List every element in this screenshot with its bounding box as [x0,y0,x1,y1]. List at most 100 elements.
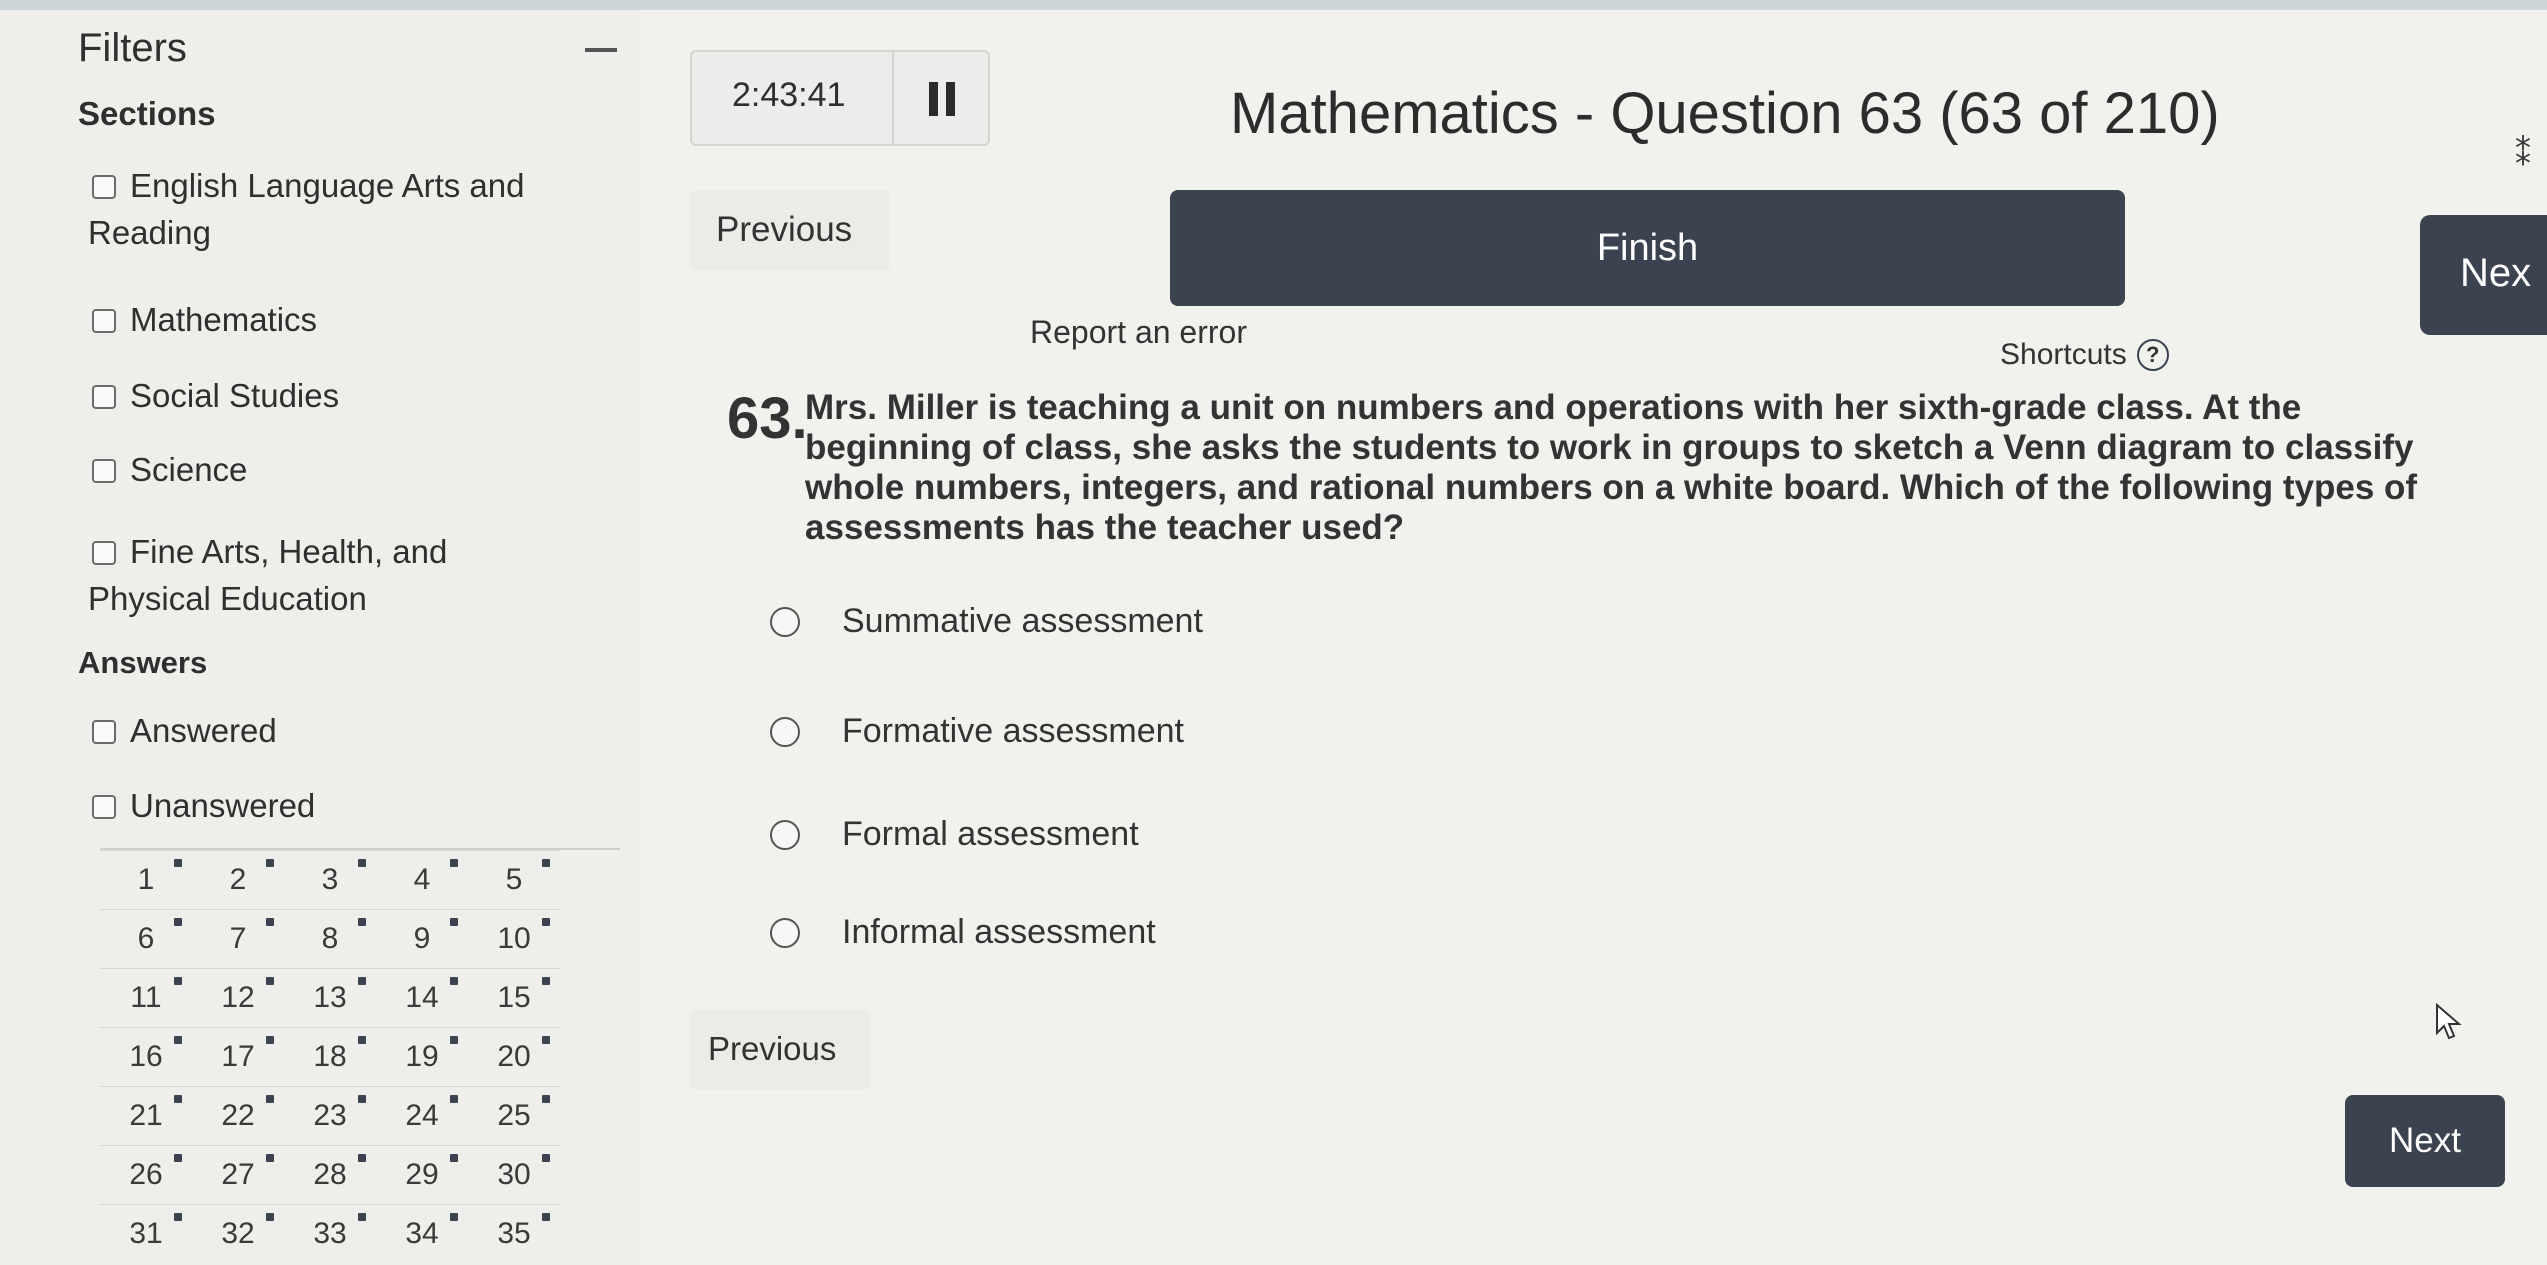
question-link[interactable]: 9 [376,910,468,968]
question-link[interactable]: 5 [468,851,560,909]
checkbox-icon[interactable] [92,385,116,409]
report-error-link[interactable]: Report an error [1030,314,1247,351]
question-link[interactable]: 16 [100,1028,192,1086]
question-title: Mathematics - Question 63 (63 of 210) [1230,81,2220,146]
question-link[interactable]: 7 [192,910,284,968]
filter-mathematics[interactable]: Mathematics [92,296,317,343]
filter-science[interactable]: Science [92,446,247,493]
question-link[interactable]: 34 [376,1205,468,1263]
answered-marker-icon [266,1095,274,1103]
timer: 2:43:41 [690,50,990,146]
question-link[interactable]: 15 [468,969,560,1027]
sections-heading: Sections [78,95,216,132]
question-link[interactable]: 23 [284,1087,376,1145]
question-link[interactable]: 3 [284,851,376,909]
filter-label: Reading [88,214,211,251]
question-link[interactable]: 4 [376,851,468,909]
question-link-number: 14 [405,981,439,1014]
question-link-number: 22 [221,1099,255,1132]
question-link[interactable]: 27 [192,1146,284,1204]
pause-icon[interactable] [929,82,959,116]
answered-marker-icon [174,918,182,926]
question-link[interactable]: 14 [376,969,468,1027]
question-link-number: 7 [229,922,247,955]
grid-row: 11 12 13 14 15 [100,968,560,1027]
question-link[interactable]: 21 [100,1087,192,1145]
answered-marker-icon [542,918,550,926]
next-button[interactable]: Nex [2420,215,2547,335]
answered-marker-icon [358,918,366,926]
tab-icon[interactable]: ⁑ [2515,135,2531,173]
radio-icon[interactable] [770,819,800,850]
filter-answered[interactable]: Answered [92,707,277,754]
question-link[interactable]: 35 [468,1205,560,1263]
question-link[interactable]: 8 [284,910,376,968]
question-link[interactable]: 12 [192,969,284,1027]
mouse-cursor-icon [2436,1003,2462,1040]
question-link-number: 12 [221,981,255,1014]
question-link[interactable]: 2 [192,851,284,909]
question-link[interactable]: 28 [284,1146,376,1204]
question-link-number: 4 [413,863,431,896]
option-summative[interactable]: Summative assessment [770,602,1203,641]
next-button-bottom[interactable]: Next [2345,1095,2505,1187]
answered-marker-icon [266,1154,274,1162]
question-link[interactable]: 18 [284,1028,376,1086]
previous-button-bottom[interactable]: Previous [690,1010,870,1090]
filter-ela[interactable]: English Language Arts and Reading [88,162,524,256]
question-link[interactable]: 10 [468,910,560,968]
answered-marker-icon [542,1036,550,1044]
question-link[interactable]: 6 [100,910,192,968]
question-link[interactable]: 19 [376,1028,468,1086]
finish-button[interactable]: Finish [1170,190,2125,306]
filter-unanswered[interactable]: Unanswered [92,782,315,829]
collapse-sidebar-icon[interactable] [585,48,617,52]
filter-fine-arts[interactable]: Fine Arts, Health, and Physical Educatio… [88,528,447,622]
question-link[interactable]: 24 [376,1087,468,1145]
question-link[interactable]: 22 [192,1087,284,1145]
option-formative[interactable]: Formative assessment [770,712,1184,751]
answers-heading: Answers [78,645,208,680]
filter-social-studies[interactable]: Social Studies [92,372,339,419]
checkbox-icon[interactable] [92,720,116,744]
radio-icon[interactable] [770,917,800,948]
answered-marker-icon [266,1213,274,1221]
question-link[interactable]: 13 [284,969,376,1027]
checkbox-icon[interactable] [92,541,116,565]
radio-icon[interactable] [770,606,800,637]
checkbox-icon[interactable] [92,175,116,199]
radio-icon[interactable] [770,716,800,747]
question-link-number: 6 [137,922,155,955]
question-link[interactable]: 11 [100,969,192,1027]
question-link[interactable]: 31 [100,1205,192,1263]
question-link[interactable]: 26 [100,1146,192,1204]
checkbox-icon[interactable] [92,795,116,819]
answered-marker-icon [174,859,182,867]
timer-divider [892,52,894,144]
answered-marker-icon [358,1036,366,1044]
timer-value: 2:43:41 [732,76,846,114]
question-link-number: 35 [497,1217,531,1250]
option-label: Informal assessment [842,913,1156,951]
question-link[interactable]: 33 [284,1205,376,1263]
question-link-number: 5 [505,863,523,896]
question-link[interactable]: 17 [192,1028,284,1086]
question-link[interactable]: 1 [100,851,192,909]
question-link[interactable]: 30 [468,1146,560,1204]
question-link[interactable]: 25 [468,1087,560,1145]
previous-button[interactable]: Previous [690,190,890,270]
shortcuts-link[interactable]: Shortcuts ? [2000,338,2169,372]
question-link-number: 32 [221,1217,255,1250]
question-link-number: 28 [313,1158,347,1191]
question-link[interactable]: 32 [192,1205,284,1263]
question-link-number: 24 [405,1099,439,1132]
question-link[interactable]: 20 [468,1028,560,1086]
help-icon[interactable]: ? [2136,339,2169,371]
checkbox-icon[interactable] [92,459,116,483]
option-label: Summative assessment [842,602,1203,640]
option-formal[interactable]: Formal assessment [770,815,1139,854]
question-link[interactable]: 29 [376,1146,468,1204]
question-link-number: 3 [321,863,339,896]
checkbox-icon[interactable] [92,309,116,333]
option-informal[interactable]: Informal assessment [770,913,1156,952]
